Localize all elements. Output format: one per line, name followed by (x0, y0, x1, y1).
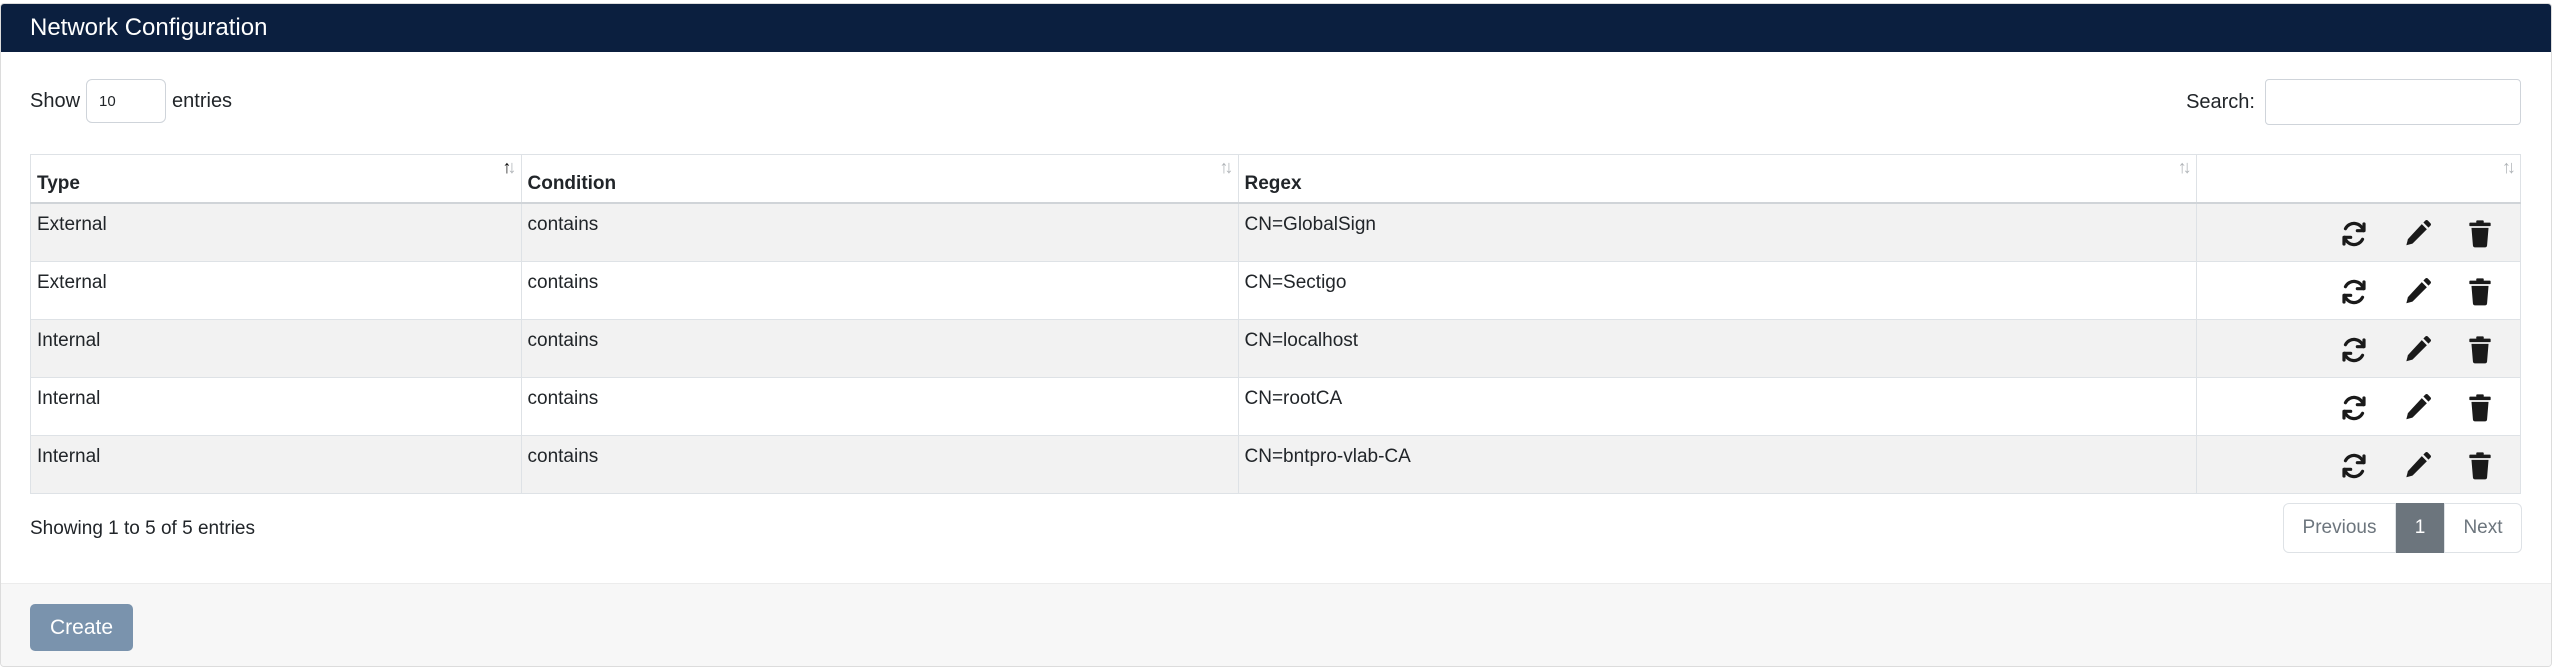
table-row: Internal contains CN=rootCA (30, 376, 2522, 436)
table-row: External contains CN=Sectigo (30, 260, 2522, 320)
condition-cell: contains (520, 434, 1239, 494)
regex-cell: CN=GlobalSign (1237, 202, 2197, 262)
show-label: Show (30, 90, 81, 112)
sort-asc-icon: ↑↓ (502, 157, 517, 177)
entries-select[interactable] (86, 79, 167, 123)
column-header-actions[interactable]: ↑↓ (2195, 154, 2522, 204)
trash-icon[interactable] (2464, 450, 2496, 482)
condition-cell: contains (520, 376, 1239, 436)
page-title: Network Configuration (30, 14, 268, 41)
pencil-icon[interactable] (2401, 276, 2433, 308)
type-cell: Internal (30, 434, 522, 494)
column-header-condition[interactable]: Condition ↑↓ (520, 154, 1239, 204)
search-label: Search: (2186, 90, 2255, 113)
actions-cell (2195, 318, 2522, 378)
pencil-icon[interactable] (2401, 450, 2433, 482)
table-info: Showing 1 to 5 of 5 entries (30, 518, 255, 539)
table-controls: Show entries Search: (1, 52, 2551, 150)
refresh-icon[interactable] (2338, 450, 2370, 482)
pagination: Previous 1 Next (2283, 503, 2522, 553)
type-cell: External (30, 260, 522, 320)
sort-icon: ↑↓ (2177, 157, 2192, 177)
actions-cell (2195, 376, 2522, 436)
config-table: Type ↑↓ Condition ↑↓ Regex ↑↓ ↑↓ Externa… (30, 154, 2522, 494)
search-input[interactable] (2265, 79, 2521, 125)
pencil-icon[interactable] (2401, 334, 2433, 366)
condition-cell: contains (520, 260, 1239, 320)
card-header: Network Configuration (1, 4, 2551, 52)
sort-icon: ↑↓ (1219, 157, 1234, 177)
trash-icon[interactable] (2464, 276, 2496, 308)
network-config-card: Network Configuration Show entries Searc… (0, 3, 2552, 667)
table-row: Internal contains CN=bntpro-vlab-CA (30, 434, 2522, 494)
regex-cell: CN=rootCA (1237, 376, 2197, 436)
entries-label: entries (172, 90, 233, 112)
next-page-button[interactable]: Next (2444, 503, 2522, 553)
column-header-regex[interactable]: Regex ↑↓ (1237, 154, 2197, 204)
table-header-row: Type ↑↓ Condition ↑↓ Regex ↑↓ ↑↓ (30, 154, 2522, 204)
refresh-icon[interactable] (2338, 334, 2370, 366)
previous-page-button[interactable]: Previous (2283, 503, 2396, 553)
refresh-icon[interactable] (2338, 276, 2370, 308)
type-cell: External (30, 202, 522, 262)
refresh-icon[interactable] (2338, 392, 2370, 424)
actions-cell (2195, 202, 2522, 262)
condition-cell: contains (520, 202, 1239, 262)
actions-cell (2195, 434, 2522, 494)
table-row: External contains CN=GlobalSign (30, 202, 2522, 262)
regex-cell: CN=localhost (1237, 318, 2197, 378)
type-cell: Internal (30, 318, 522, 378)
actions-cell (2195, 260, 2522, 320)
type-cell: Internal (30, 376, 522, 436)
page-1-button[interactable]: 1 (2396, 503, 2444, 553)
pencil-icon[interactable] (2401, 218, 2433, 250)
trash-icon[interactable] (2464, 218, 2496, 250)
page-length-control: Show entries (30, 79, 232, 123)
trash-icon[interactable] (2464, 392, 2496, 424)
regex-cell: CN=Sectigo (1237, 260, 2197, 320)
search-control: Search: (2186, 79, 2521, 125)
column-header-type[interactable]: Type ↑↓ (30, 154, 522, 204)
create-button[interactable]: Create (30, 604, 133, 651)
condition-cell: contains (520, 318, 1239, 378)
card-footer: Create (1, 583, 2551, 666)
sort-icon: ↑↓ (2502, 157, 2516, 177)
pencil-icon[interactable] (2401, 392, 2433, 424)
table-row: Internal contains CN=localhost (30, 318, 2522, 378)
refresh-icon[interactable] (2338, 218, 2370, 250)
trash-icon[interactable] (2464, 334, 2496, 366)
regex-cell: CN=bntpro-vlab-CA (1237, 434, 2197, 494)
